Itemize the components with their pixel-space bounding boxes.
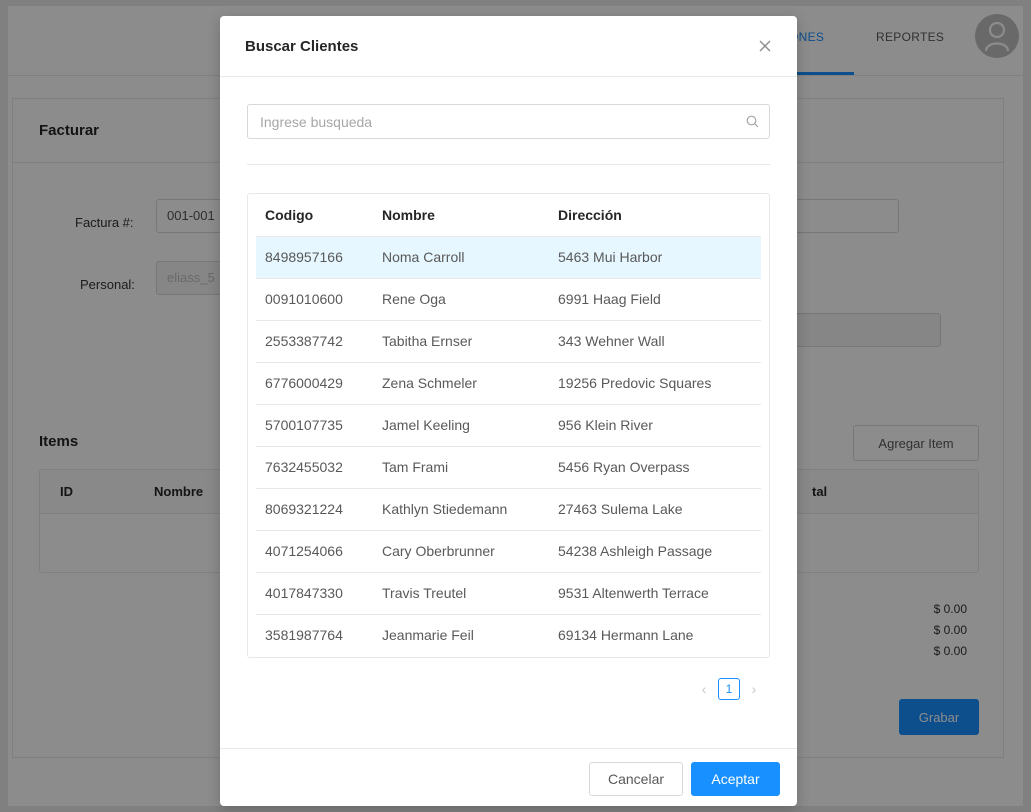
table-row[interactable]: 7632455032 Tam Frami 5456 Ryan Overpass bbox=[256, 445, 761, 488]
table-row[interactable]: 8069321224 Kathlyn Stiedemann 27463 Sulema… bbox=[256, 487, 761, 530]
cell-nombre: Jeanmarie Feil bbox=[373, 613, 549, 656]
cell-codigo: 3581987764 bbox=[256, 613, 373, 656]
cell-codigo: 0091010600 bbox=[256, 277, 373, 320]
cell-nombre: Tabitha Ernser bbox=[373, 319, 549, 362]
cell-codigo: 2553387742 bbox=[256, 319, 373, 362]
cell-codigo: 7632455032 bbox=[256, 445, 373, 488]
col-direccion: Dirección bbox=[558, 206, 622, 223]
cell-codigo: 8069321224 bbox=[256, 487, 373, 530]
chevron-right-icon[interactable]: › bbox=[748, 681, 760, 697]
cancel-button[interactable]: Cancelar bbox=[589, 762, 683, 796]
cell-nombre: Jamel Keeling bbox=[373, 403, 549, 446]
modal-title: Buscar Clientes bbox=[245, 37, 359, 55]
cell-nombre: Cary Oberbrunner bbox=[373, 529, 549, 572]
col-nombre: Nombre bbox=[382, 206, 435, 223]
cell-codigo: 4017847330 bbox=[256, 571, 373, 614]
table-row[interactable]: 5700107735 Jamel Keeling 956 Klein River bbox=[256, 403, 761, 446]
cell-direccion: 343 Wehner Wall bbox=[549, 319, 761, 362]
cell-codigo: 6776000429 bbox=[256, 361, 373, 404]
cell-nombre: Zena Schmeler bbox=[373, 361, 549, 404]
modal-header: Buscar Clientes bbox=[220, 16, 797, 77]
clients-table: Codigo Nombre Dirección 8498957166 Noma C… bbox=[247, 193, 770, 658]
cell-direccion: 9531 Altenwerth Terrace bbox=[549, 571, 761, 614]
table-header-row: Codigo Nombre Dirección bbox=[256, 194, 761, 236]
divider bbox=[247, 164, 770, 165]
cell-direccion: 6991 Haag Field bbox=[549, 277, 761, 320]
buscar-clientes-modal: Buscar Clientes Codigo Nombre Dirección bbox=[220, 16, 797, 806]
accept-button[interactable]: Aceptar bbox=[691, 762, 780, 796]
search-icon[interactable] bbox=[735, 115, 769, 128]
table-row[interactable]: 2553387742 Tabitha Ernser 343 Wehner Wall bbox=[256, 319, 761, 362]
cell-nombre: Travis Treutel bbox=[373, 571, 549, 614]
cell-codigo: 8498957166 bbox=[256, 235, 373, 278]
table-row[interactable]: 4071254066 Cary Oberbrunner 54238 Ashleigh… bbox=[256, 529, 761, 572]
cell-nombre: Kathlyn Stiedemann bbox=[373, 487, 549, 530]
cell-direccion: 19256 Predovic Squares bbox=[549, 361, 761, 404]
page-1-button[interactable]: 1 bbox=[718, 678, 740, 700]
col-codigo: Codigo bbox=[265, 206, 314, 223]
table-row[interactable]: 4017847330 Travis Treutel 9531 Altenwerth … bbox=[256, 571, 761, 614]
cell-nombre: Rene Oga bbox=[373, 277, 549, 320]
cell-direccion: 5456 Ryan Overpass bbox=[549, 445, 761, 488]
cell-direccion: 54238 Ashleigh Passage bbox=[549, 529, 761, 572]
cell-direccion: 5463 Mui Harbor bbox=[549, 235, 761, 278]
cell-nombre: Noma Carroll bbox=[373, 235, 549, 278]
table-row[interactable]: 8498957166 Noma Carroll 5463 Mui Harbor bbox=[256, 235, 761, 278]
close-icon bbox=[759, 40, 771, 52]
cell-direccion: 956 Klein River bbox=[549, 403, 761, 446]
cell-direccion: 69134 Hermann Lane bbox=[549, 613, 761, 656]
search-box bbox=[247, 104, 770, 139]
chevron-left-icon[interactable]: ‹ bbox=[698, 681, 710, 697]
cell-codigo: 5700107735 bbox=[256, 403, 373, 446]
cell-codigo: 4071254066 bbox=[256, 529, 373, 572]
close-button[interactable] bbox=[755, 36, 775, 56]
pagination: ‹ 1 › bbox=[698, 678, 760, 700]
cell-nombre: Tam Frami bbox=[373, 445, 549, 488]
modal-footer: Cancelar Aceptar bbox=[220, 748, 797, 806]
table-row[interactable]: 6776000429 Zena Schmeler 19256 Predovic Sq… bbox=[256, 361, 761, 404]
table-row[interactable]: 3581987764 Jeanmarie Feil 69134 Hermann La… bbox=[256, 613, 761, 656]
cell-direccion: 27463 Sulema Lake bbox=[549, 487, 761, 530]
search-input[interactable] bbox=[248, 105, 735, 138]
table-row[interactable]: 0091010600 Rene Oga 6991 Haag Field bbox=[256, 277, 761, 320]
